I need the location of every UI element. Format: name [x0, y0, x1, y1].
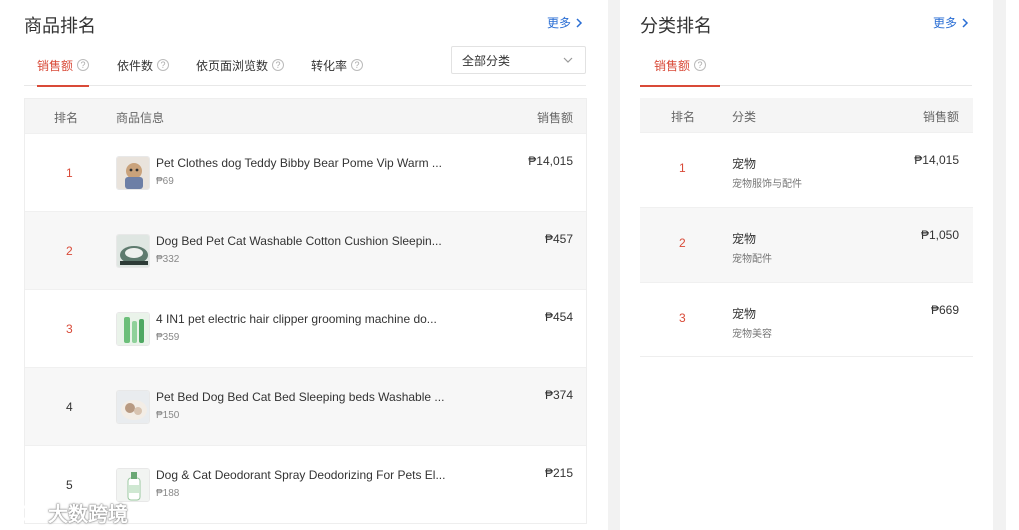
product-price: ₱150 — [156, 410, 180, 421]
sales-amount: ₱14,015 — [528, 154, 573, 168]
rank-number: 2 — [66, 244, 73, 258]
category-ranking-table: 排名 分类 销售额 1 宠物 宠物服饰与配件 ₱14,015 2 宠物 宠物配件… — [640, 98, 973, 357]
product-price: ₱332 — [156, 254, 180, 265]
rank-number: 1 — [679, 161, 686, 175]
col-rank-header: 排名 — [54, 111, 79, 125]
subcategory-name: 宠物配件 — [732, 254, 772, 265]
tab-label: 转化率 — [311, 58, 348, 73]
category-name[interactable]: 宠物 — [732, 155, 756, 172]
tab-page-views[interactable]: 依页面浏览数 ? — [196, 44, 285, 86]
help-icon[interactable]: ? — [272, 59, 285, 71]
product-thumbnail[interactable] — [116, 234, 150, 268]
sales-amount: ₱1,050 — [920, 228, 959, 242]
table-row[interactable]: 1 宠物 宠物服饰与配件 ₱14,015 — [640, 132, 973, 207]
product-name[interactable]: Dog Bed Pet Cat Washable Cotton Cushion … — [156, 234, 442, 248]
table-row[interactable]: 1 Pet Clothes dog Teddy Bibby Bear Pome … — [25, 133, 586, 211]
help-icon[interactable]: ? — [77, 59, 90, 71]
col-sales-header: 销售额 — [536, 111, 573, 125]
chevron-down-icon — [563, 57, 573, 63]
category-ranking-tabs: 销售额 ? — [640, 44, 972, 87]
rank-number: 3 — [66, 322, 73, 336]
subcategory-name: 宠物美容 — [732, 329, 772, 340]
adjacent-panel-edge — [1006, 0, 1019, 530]
tab-units-sold[interactable]: 依件数 ? — [117, 44, 170, 86]
sales-amount: ₱669 — [930, 303, 959, 317]
sales-amount: ₱215 — [544, 466, 573, 480]
rank-number: 1 — [66, 166, 73, 180]
table-header: 排名 分类 销售额 — [640, 98, 973, 132]
col-info-header: 商品信息 — [116, 111, 165, 125]
product-thumbnail[interactable] — [116, 312, 150, 346]
table-row[interactable]: 3 4 IN1 pet electric hair clipper groomi… — [25, 289, 586, 367]
category-name[interactable]: 宠物 — [732, 305, 756, 322]
tab-sales-amount[interactable]: 销售额 ? — [37, 44, 90, 87]
sales-amount: ₱374 — [544, 388, 573, 402]
product-thumbnail[interactable] — [116, 390, 150, 424]
category-ranking-more-link[interactable]: 更多 — [933, 14, 970, 31]
help-icon[interactable]: ? — [351, 59, 364, 71]
rank-number: 5 — [66, 478, 73, 492]
watermark-text: 大数跨境 — [48, 504, 128, 526]
product-thumbnail[interactable] — [116, 468, 150, 502]
tab-label: 销售额 — [37, 58, 74, 73]
product-ranking-more-link[interactable]: 更多 — [547, 14, 584, 31]
help-icon[interactable]: ? — [694, 59, 707, 71]
table-row[interactable]: 2 宠物 宠物配件 ₱1,050 — [640, 207, 973, 282]
help-icon[interactable]: ? — [157, 59, 170, 71]
chevron-right-icon — [576, 17, 583, 28]
chevron-right-icon — [962, 17, 969, 28]
tab-label: 依件数 — [117, 58, 154, 73]
col-category-header: 分类 — [732, 110, 757, 124]
product-ranking-table: 排名 商品信息 销售额 1 Pet Clothes dog Teddy Bibb… — [24, 98, 587, 524]
col-sales-header: 销售额 — [922, 110, 959, 124]
category-select-value: 全部分类 — [462, 53, 511, 68]
category-select[interactable]: 全部分类 — [451, 46, 586, 74]
rank-number: 4 — [66, 400, 73, 414]
tab-sales-amount[interactable]: 销售额 ? — [640, 44, 720, 87]
table-header: 排名 商品信息 销售额 — [25, 99, 586, 133]
table-row[interactable]: 3 宠物 宠物美容 ₱669 — [640, 282, 973, 357]
sales-amount: ₱457 — [544, 232, 573, 246]
product-name[interactable]: Dog & Cat Deodorant Spray Deodorizing Fo… — [156, 468, 445, 482]
col-rank-header: 排名 — [671, 110, 696, 124]
watermark-logo-icon — [6, 503, 43, 522]
product-price: ₱359 — [156, 332, 180, 343]
tab-label: 销售额 — [654, 58, 691, 73]
more-label: 更多 — [547, 16, 572, 30]
watermark: 大数跨境 — [6, 498, 128, 527]
product-ranking-title: 商品排名 — [24, 16, 96, 36]
table-row[interactable]: 2 Dog Bed Pet Cat Washable Cotton Cushio… — [25, 211, 586, 289]
rank-number: 2 — [679, 236, 686, 250]
tab-conversion-rate[interactable]: 转化率 ? — [311, 44, 364, 86]
subcategory-name: 宠物服饰与配件 — [732, 179, 802, 190]
tab-label: 依页面浏览数 — [196, 58, 269, 73]
product-name[interactable]: Pet Clothes dog Teddy Bibby Bear Pome Vi… — [156, 156, 442, 170]
sales-amount: ₱454 — [544, 310, 573, 324]
more-label: 更多 — [933, 16, 958, 30]
product-name[interactable]: 4 IN1 pet electric hair clipper grooming… — [156, 312, 437, 326]
product-thumbnail[interactable] — [116, 156, 150, 190]
product-price: ₱188 — [156, 488, 180, 499]
sales-amount: ₱14,015 — [914, 153, 959, 167]
product-name[interactable]: Pet Bed Dog Bed Cat Bed Sleeping beds Wa… — [156, 390, 444, 404]
product-price: ₱69 — [156, 176, 174, 187]
category-name[interactable]: 宠物 — [732, 230, 756, 247]
table-row[interactable]: 4 Pet Bed Dog Bed Cat Bed Sleeping beds … — [25, 367, 586, 445]
category-ranking-title: 分类排名 — [640, 16, 712, 36]
rank-number: 3 — [679, 311, 686, 325]
